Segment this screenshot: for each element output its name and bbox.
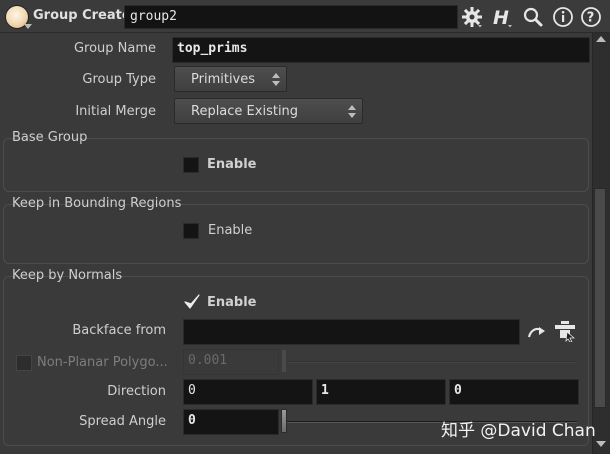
group-name-label: Group Name bbox=[73, 41, 156, 56]
jump-to-node-icon[interactable] bbox=[526, 321, 548, 343]
direction-y-field[interactable]: 1 bbox=[316, 379, 446, 405]
keep-normals-enable-label: Enable bbox=[207, 295, 257, 310]
initial-merge-value: Replace Existing bbox=[191, 104, 299, 119]
node-name-field[interactable]: group2 bbox=[124, 5, 458, 29]
keep-bounding-enable-label: Enable bbox=[208, 223, 253, 238]
svg-text:?: ? bbox=[587, 11, 595, 26]
spread-angle-field[interactable]: 0 bbox=[183, 409, 279, 435]
backface-from-label: Backface from bbox=[72, 323, 166, 338]
group-type-label: Group Type bbox=[82, 72, 156, 87]
updown-arrows-icon bbox=[346, 102, 358, 120]
node-menu-arrow-icon[interactable] bbox=[24, 24, 32, 29]
keep-bounding-panel bbox=[3, 204, 589, 264]
direction-x-field[interactable]: 0 bbox=[183, 379, 313, 405]
watermark-text: 知乎 @David Chan bbox=[441, 421, 596, 441]
info-icon[interactable] bbox=[552, 6, 574, 28]
nonplanar-label: Non-Planar Polygo... bbox=[37, 355, 168, 370]
base-group-enable-label: Enable bbox=[207, 157, 257, 172]
scroll-up-icon[interactable] bbox=[596, 36, 606, 42]
initial-merge-label: Initial Merge bbox=[75, 104, 156, 119]
group-type-value: Primitives bbox=[191, 72, 256, 87]
group-type-menu[interactable]: Primitives bbox=[174, 66, 287, 92]
node-type-label: Group Create bbox=[33, 8, 131, 23]
base-group-panel bbox=[3, 138, 589, 192]
help-h-icon[interactable]: H bbox=[491, 6, 513, 29]
direction-z-field[interactable]: 0 bbox=[449, 379, 579, 405]
group-name-field[interactable]: top_prims bbox=[172, 37, 590, 63]
keep-normals-title: Keep by Normals bbox=[12, 268, 123, 283]
keep-bounding-title: Keep in Bounding Regions bbox=[12, 196, 182, 211]
base-group-title: Base Group bbox=[12, 130, 88, 145]
spread-angle-slider-handle[interactable] bbox=[281, 409, 287, 433]
help-icon[interactable]: ? bbox=[580, 6, 602, 28]
gear-icon[interactable] bbox=[461, 6, 483, 28]
scroll-down-icon[interactable] bbox=[596, 441, 606, 447]
keep-normals-enable-checkbox[interactable] bbox=[183, 293, 201, 311]
node-chooser-icon[interactable] bbox=[554, 320, 576, 343]
keep-bounding-enable-checkbox[interactable] bbox=[183, 223, 199, 239]
nonplanar-field[interactable]: 0.001 bbox=[183, 349, 279, 375]
svg-text:H: H bbox=[493, 7, 509, 28]
backface-from-field[interactable] bbox=[183, 319, 520, 345]
spread-angle-label: Spread Angle bbox=[79, 414, 166, 429]
nonplanar-checkbox[interactable] bbox=[16, 355, 32, 371]
search-icon[interactable] bbox=[522, 6, 544, 28]
base-group-enable-checkbox[interactable] bbox=[183, 157, 199, 173]
initial-merge-menu[interactable]: Replace Existing bbox=[174, 98, 363, 124]
scrollbar-thumb[interactable] bbox=[594, 188, 606, 408]
updown-arrows-icon bbox=[270, 70, 282, 88]
nonplanar-slider-track[interactable] bbox=[283, 361, 577, 363]
direction-label: Direction bbox=[107, 384, 166, 399]
nonplanar-slider-handle[interactable] bbox=[281, 349, 287, 373]
